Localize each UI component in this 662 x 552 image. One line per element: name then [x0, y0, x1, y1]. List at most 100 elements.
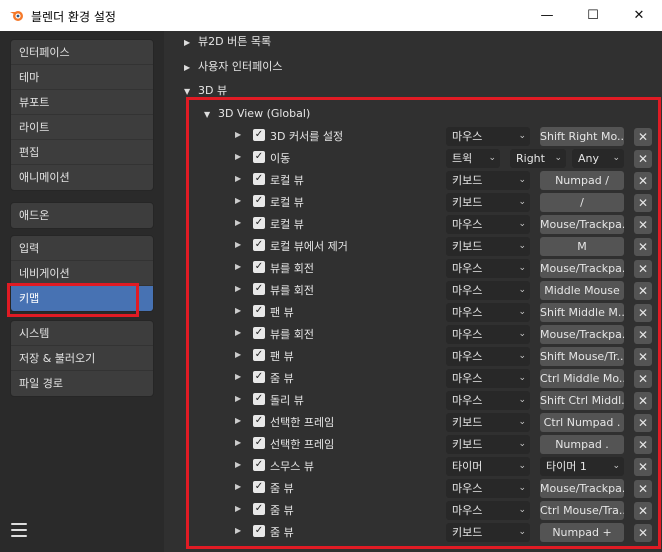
event-type-dropdown[interactable]: 마우스 ⌄ [446, 347, 530, 366]
active-checkbox[interactable]: ✓ [253, 129, 265, 141]
key-binding-button[interactable]: Numpad / [540, 171, 624, 190]
expand-arrow-icon[interactable]: ▶ [235, 174, 241, 183]
nav-item-system[interactable]: 시스템 [11, 321, 153, 346]
event-type-dropdown[interactable]: 마우스 ⌄ [446, 303, 530, 322]
event-type-dropdown[interactable]: 키보드 ⌄ [446, 523, 530, 542]
key-binding-button[interactable]: Mouse/Trackpa... [540, 215, 624, 234]
remove-item-button[interactable]: ✕ [634, 150, 652, 168]
minimize-button[interactable]: — [524, 0, 570, 31]
remove-item-button[interactable]: ✕ [634, 524, 652, 542]
key-binding-button[interactable]: Shift Mouse/Tr... [540, 347, 624, 366]
active-checkbox[interactable]: ✓ [253, 371, 265, 383]
key-binding-button[interactable]: Ctrl Middle Mo... [540, 369, 624, 388]
remove-item-button[interactable]: ✕ [634, 326, 652, 344]
remove-item-button[interactable]: ✕ [634, 282, 652, 300]
event-type-dropdown[interactable]: 키보드 ⌄ [446, 171, 530, 190]
active-checkbox[interactable]: ✓ [253, 239, 265, 251]
active-checkbox[interactable]: ✓ [253, 415, 265, 427]
remove-item-button[interactable]: ✕ [634, 414, 652, 432]
expand-arrow-icon[interactable]: ▶ [235, 152, 241, 161]
expand-arrow-icon[interactable]: ▶ [235, 394, 241, 403]
remove-item-button[interactable]: ✕ [634, 128, 652, 146]
tweak-value-dropdown[interactable]: Any ⌄ [572, 149, 624, 168]
nav-item-animation[interactable]: 애니메이션 [11, 165, 153, 190]
active-checkbox[interactable]: ✓ [253, 349, 265, 361]
tweak-direction-dropdown[interactable]: Right ⌄ [510, 149, 566, 168]
remove-item-button[interactable]: ✕ [634, 216, 652, 234]
expand-arrow-icon[interactable]: ▶ [235, 262, 241, 271]
key-binding-button[interactable]: Numpad . [540, 435, 624, 454]
nav-item-interface[interactable]: 인터페이스 [11, 40, 153, 65]
nav-item-addons[interactable]: 애드온 [11, 203, 153, 228]
event-type-dropdown[interactable]: 키보드 ⌄ [446, 435, 530, 454]
key-binding-button[interactable]: M [540, 237, 624, 256]
active-checkbox[interactable]: ✓ [253, 173, 265, 185]
key-binding-button[interactable]: Mouse/Trackpa... [540, 325, 624, 344]
active-checkbox[interactable]: ✓ [253, 217, 265, 229]
active-checkbox[interactable]: ✓ [253, 393, 265, 405]
expand-arrow-icon[interactable]: ▶ [235, 350, 241, 359]
expand-arrow-icon[interactable]: ▶ [235, 328, 241, 337]
key-binding-button[interactable]: / [540, 193, 624, 212]
event-type-dropdown[interactable]: 트윅 ⌄ [446, 149, 500, 168]
active-checkbox[interactable]: ✓ [253, 327, 265, 339]
key-binding-button[interactable]: Middle Mouse [540, 281, 624, 300]
remove-item-button[interactable]: ✕ [634, 304, 652, 322]
expand-arrow-icon[interactable]: ▶ [235, 218, 241, 227]
active-checkbox[interactable]: ✓ [253, 525, 265, 537]
event-type-dropdown[interactable]: 마우스 ⌄ [446, 215, 530, 234]
active-checkbox[interactable]: ✓ [253, 481, 265, 493]
event-type-dropdown[interactable]: 마우스 ⌄ [446, 501, 530, 520]
event-type-dropdown[interactable]: 마우스 ⌄ [446, 127, 530, 146]
key-binding-button[interactable]: Shift Ctrl Middl... [540, 391, 624, 410]
active-checkbox[interactable]: ✓ [253, 305, 265, 317]
expand-arrow-icon[interactable]: ▶ [235, 372, 241, 381]
expand-arrow-icon[interactable]: ▶ [235, 438, 241, 447]
nav-item-lights[interactable]: 라이트 [11, 115, 153, 140]
event-type-dropdown[interactable]: 마우스 ⌄ [446, 391, 530, 410]
hamburger-menu-icon[interactable] [11, 523, 27, 537]
active-checkbox[interactable]: ✓ [253, 261, 265, 273]
remove-item-button[interactable]: ✕ [634, 436, 652, 454]
event-type-dropdown[interactable]: 키보드 ⌄ [446, 193, 530, 212]
expand-arrow-icon[interactable]: ▶ [235, 130, 241, 139]
expand-arrow-icon[interactable]: ▶ [235, 460, 241, 469]
remove-item-button[interactable]: ✕ [634, 370, 652, 388]
event-type-dropdown[interactable]: 마우스 ⌄ [446, 281, 530, 300]
active-checkbox[interactable]: ✓ [253, 503, 265, 515]
timer-dropdown[interactable]: 타이머 1 ⌄ [540, 457, 624, 476]
event-type-dropdown[interactable]: 타이머 ⌄ [446, 457, 530, 476]
maximize-button[interactable]: ☐ [570, 0, 616, 31]
event-type-dropdown[interactable]: 마우스 ⌄ [446, 369, 530, 388]
remove-item-button[interactable]: ✕ [634, 238, 652, 256]
remove-item-button[interactable]: ✕ [634, 480, 652, 498]
nav-item-editing[interactable]: 편집 [11, 140, 153, 165]
key-binding-button[interactable]: Ctrl Mouse/Tra... [540, 501, 624, 520]
active-checkbox[interactable]: ✓ [253, 195, 265, 207]
key-binding-button[interactable]: Shift Right Mo... [540, 127, 624, 146]
remove-item-button[interactable]: ✕ [634, 502, 652, 520]
remove-item-button[interactable]: ✕ [634, 348, 652, 366]
nav-item-input[interactable]: 입력 [11, 236, 153, 261]
active-checkbox[interactable]: ✓ [253, 437, 265, 449]
nav-item-save-load[interactable]: 저장 & 불러오기 [11, 346, 153, 371]
key-binding-button[interactable]: Numpad + [540, 523, 624, 542]
expand-arrow-icon[interactable]: ▶ [235, 482, 241, 491]
remove-item-button[interactable]: ✕ [634, 172, 652, 190]
expand-arrow-icon[interactable]: ▶ [235, 284, 241, 293]
subsection-3d-view-global[interactable]: ▼ 3D View (Global) [204, 105, 310, 123]
expand-arrow-icon[interactable]: ▶ [235, 504, 241, 513]
nav-item-themes[interactable]: 테마 [11, 65, 153, 90]
remove-item-button[interactable]: ✕ [634, 392, 652, 410]
event-type-dropdown[interactable]: 마우스 ⌄ [446, 325, 530, 344]
nav-item-keymap[interactable]: 키맵 [11, 286, 153, 311]
active-checkbox[interactable]: ✓ [253, 283, 265, 295]
close-window-button[interactable]: ✕ [616, 0, 662, 31]
active-checkbox[interactable]: ✓ [253, 459, 265, 471]
expand-arrow-icon[interactable]: ▶ [235, 416, 241, 425]
event-type-dropdown[interactable]: 마우스 ⌄ [446, 479, 530, 498]
section-user-interface[interactable]: ▶ 사용자 인터페이스 [184, 58, 282, 76]
remove-item-button[interactable]: ✕ [634, 458, 652, 476]
expand-arrow-icon[interactable]: ▶ [235, 526, 241, 535]
section-3d-view[interactable]: ▼ 3D 뷰 [184, 82, 227, 100]
